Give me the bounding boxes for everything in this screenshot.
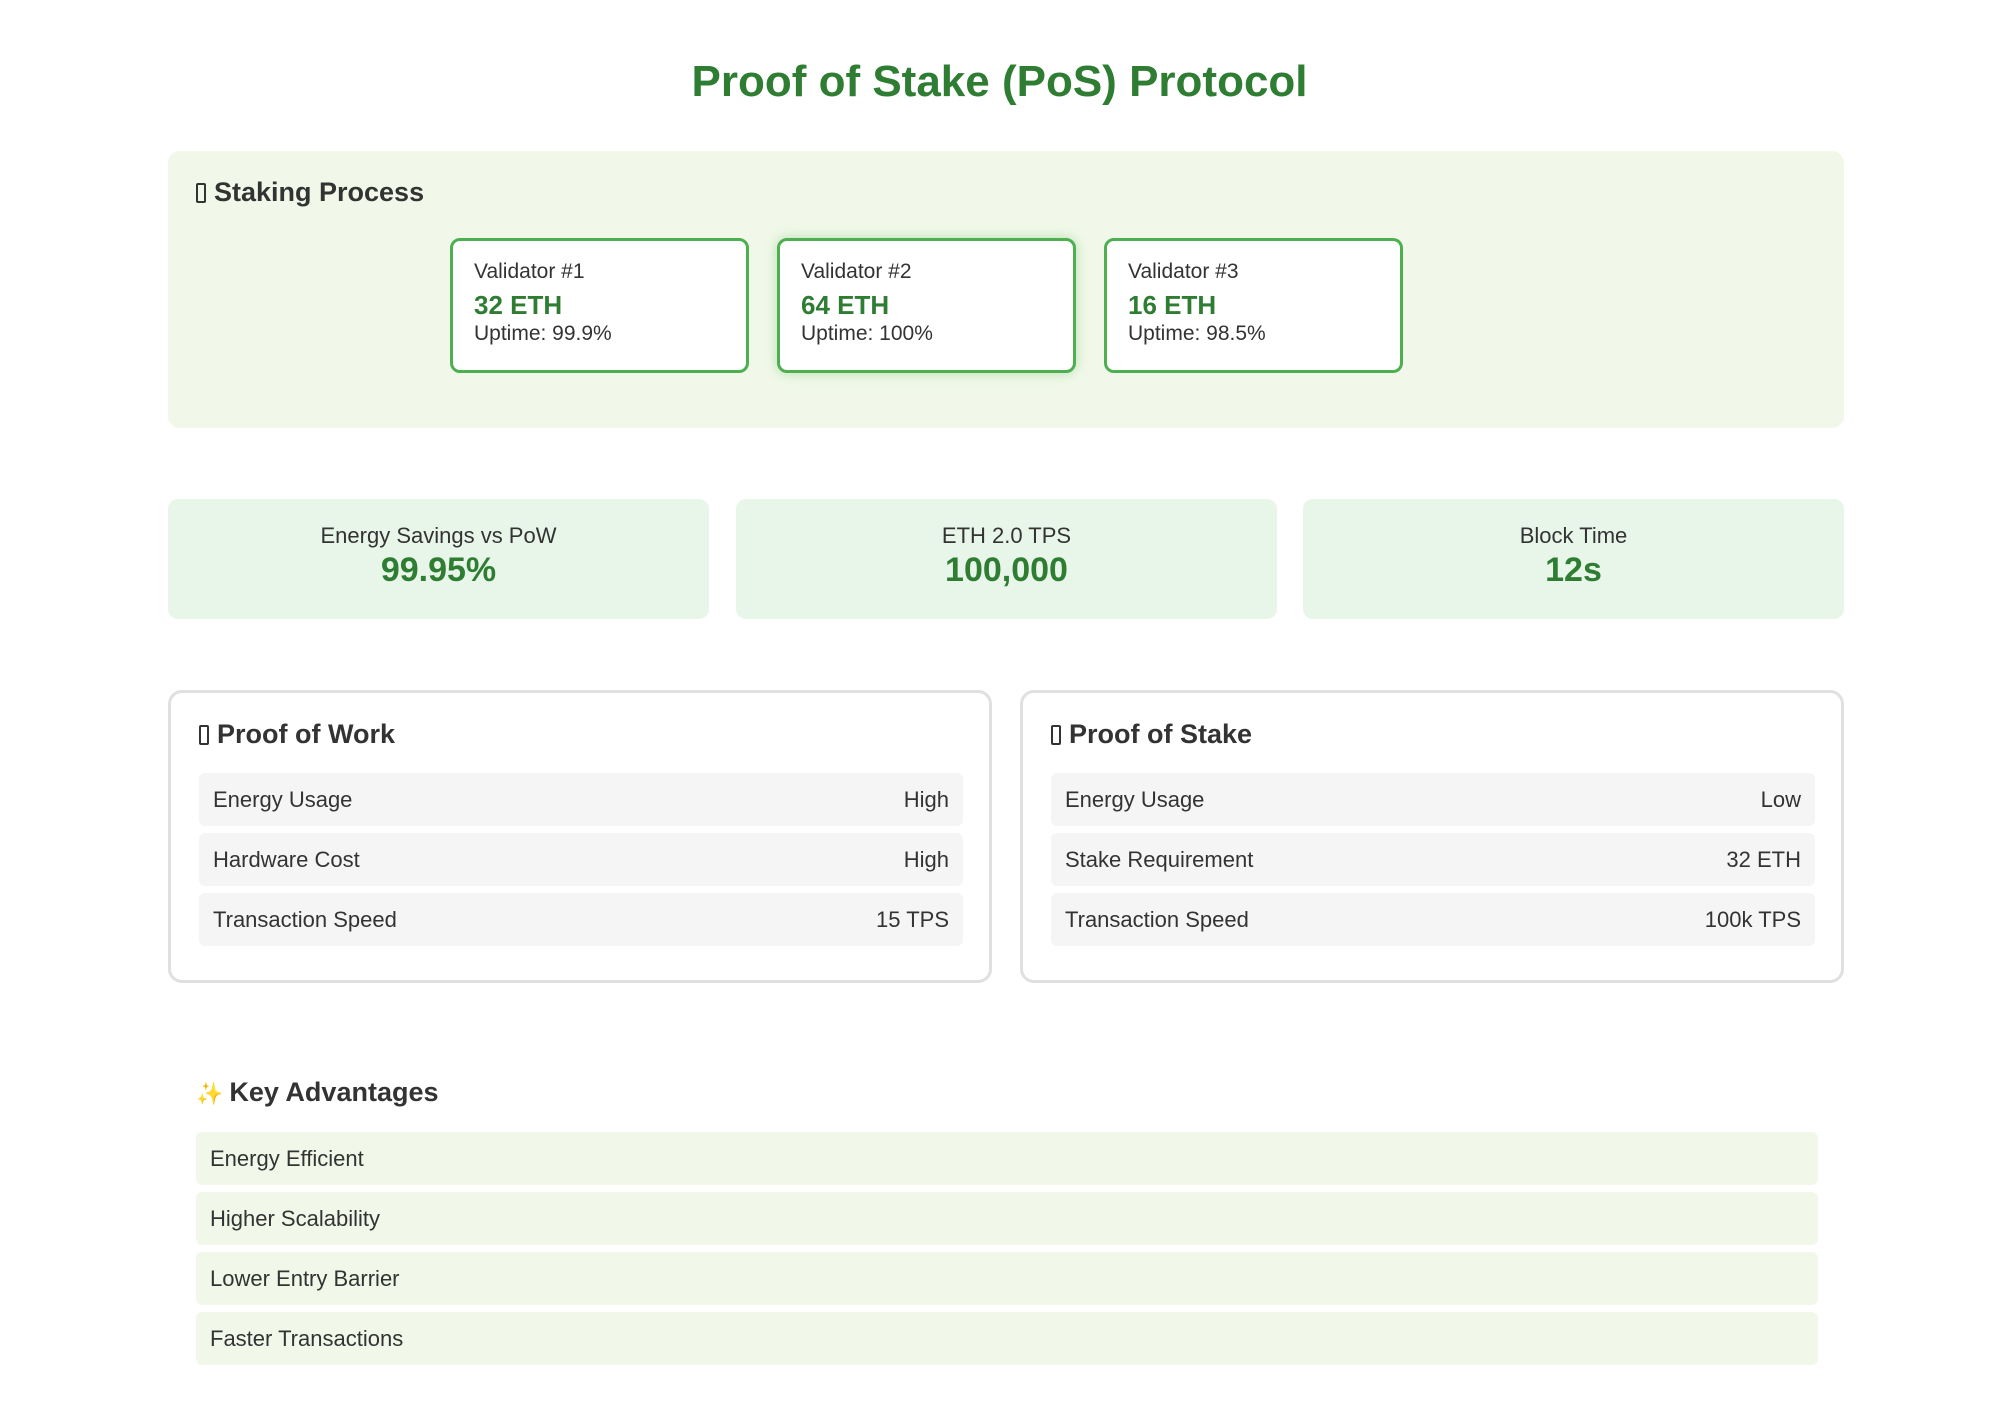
row-value: 32 ETH xyxy=(1726,846,1801,872)
row-label: Hardware Cost xyxy=(213,846,360,872)
row-label: Energy Usage xyxy=(213,786,353,812)
stat-tps: ETH 2.0 TPS 100,000 xyxy=(736,499,1277,619)
proof-of-work-card: Proof of Work Energy Usage High Hardware… xyxy=(168,690,992,983)
missing-glyph-icon xyxy=(199,725,209,745)
proof-of-work-heading-text: Proof of Work xyxy=(217,719,395,749)
stat-label: Block Time xyxy=(1519,523,1628,548)
proof-of-stake-heading: Proof of Stake xyxy=(1051,717,1252,751)
missing-glyph-icon xyxy=(1051,725,1061,745)
row-label: Stake Requirement xyxy=(1065,846,1254,872)
staking-process-heading: Staking Process xyxy=(196,175,424,209)
staking-process-panel: Staking Process Validator #1 32 ETH Upti… xyxy=(168,151,1844,428)
page-title: Proof of Stake (PoS) Protocol xyxy=(691,57,1308,106)
sparkles-icon: ✨ xyxy=(196,1081,224,1106)
comparison-row: Transaction Speed 15 TPS xyxy=(199,893,963,946)
validator-name: Validator #3 xyxy=(1128,260,1239,283)
list-item: Lower Entry Barrier xyxy=(196,1252,1818,1305)
validator-name: Validator #1 xyxy=(474,260,585,283)
validator-stake: 32 ETH xyxy=(474,290,563,320)
proof-of-work-rows: Energy Usage High Hardware Cost High Tra… xyxy=(199,773,963,953)
key-advantages-heading-text: Key Advantages xyxy=(229,1077,439,1107)
validator-uptime: Uptime: 100% xyxy=(801,322,933,345)
comparison-row: Stake Requirement 32 ETH xyxy=(1051,833,1815,886)
key-advantages-heading: ✨ Key Advantages xyxy=(196,1075,1818,1111)
stat-value: 12s xyxy=(1545,551,1602,589)
stat-value: 99.95% xyxy=(380,551,497,589)
proof-of-stake-heading-text: Proof of Stake xyxy=(1069,719,1253,749)
list-item: Higher Scalability xyxy=(196,1192,1818,1245)
advantages-list: Energy Efficient Higher Scalability Lowe… xyxy=(196,1132,1818,1365)
proof-of-work-heading: Proof of Work xyxy=(199,717,395,751)
row-value: High xyxy=(903,786,949,812)
stat-label: ETH 2.0 TPS xyxy=(941,523,1072,548)
proof-of-stake-card: Proof of Stake Energy Usage Low Stake Re… xyxy=(1020,690,1844,983)
missing-glyph-icon xyxy=(196,183,206,203)
validator-uptime: Uptime: 99.9% xyxy=(474,322,612,345)
row-label: Transaction Speed xyxy=(1065,906,1249,932)
row-label: Transaction Speed xyxy=(213,906,397,932)
comparison-row: Hardware Cost High xyxy=(199,833,963,886)
validator-card[interactable]: Validator #1 32 ETH Uptime: 99.9% xyxy=(450,238,749,373)
row-label: Energy Usage xyxy=(1065,786,1205,812)
row-value: 15 TPS xyxy=(876,906,949,932)
key-advantages-section: ✨ Key Advantages Energy Efficient Higher … xyxy=(196,1075,1818,1372)
validator-stake: 64 ETH xyxy=(801,290,890,320)
comparison-row: Energy Usage Low xyxy=(1051,773,1815,826)
row-value: High xyxy=(903,846,949,872)
validator-card[interactable]: Validator #2 64 ETH Uptime: 100% xyxy=(777,238,1076,373)
proof-of-stake-rows: Energy Usage Low Stake Requirement 32 ET… xyxy=(1051,773,1815,953)
list-item: Faster Transactions xyxy=(196,1312,1818,1365)
validator-card[interactable]: Validator #3 16 ETH Uptime: 98.5% xyxy=(1104,238,1403,373)
page: Proof of Stake (PoS) Protocol Staking Pr… xyxy=(0,0,1999,1420)
comparison-row: Energy Usage High xyxy=(199,773,963,826)
row-value: Low xyxy=(1760,786,1801,812)
stat-label: Energy Savings vs PoW xyxy=(320,523,557,548)
staking-process-heading-text: Staking Process xyxy=(214,177,425,207)
list-item: Energy Efficient xyxy=(196,1132,1818,1185)
row-value: 100k TPS xyxy=(1704,906,1801,932)
validator-name: Validator #2 xyxy=(801,260,912,283)
stat-value: 100,000 xyxy=(945,551,1068,589)
stat-energy-savings: Energy Savings vs PoW 99.95% xyxy=(168,499,709,619)
comparison-row: Transaction Speed 100k TPS xyxy=(1051,893,1815,946)
validator-stake: 16 ETH xyxy=(1128,290,1217,320)
validator-uptime: Uptime: 98.5% xyxy=(1128,322,1266,345)
stat-block-time: Block Time 12s xyxy=(1303,499,1844,619)
